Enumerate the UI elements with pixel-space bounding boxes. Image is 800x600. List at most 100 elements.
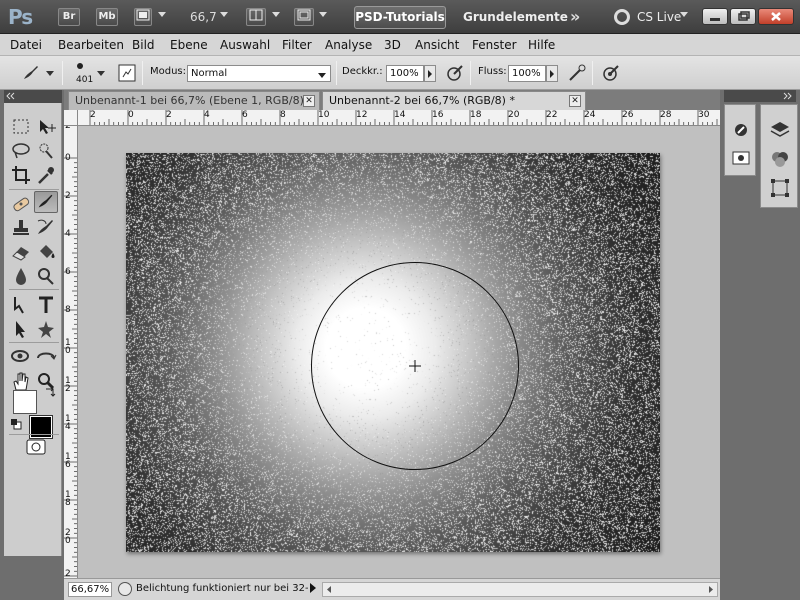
panel-dock-header[interactable] xyxy=(724,90,796,102)
airbrush-icon[interactable] xyxy=(566,62,588,84)
paths-icon[interactable] xyxy=(769,177,791,199)
menu-ebene[interactable]: Ebene xyxy=(170,38,208,52)
menu-auswahl[interactable]: Auswahl xyxy=(220,38,270,52)
arrange-documents-button[interactable] xyxy=(246,8,266,26)
ruler-origin[interactable] xyxy=(64,110,78,126)
crop-icon[interactable] xyxy=(9,164,33,186)
move-icon[interactable] xyxy=(34,116,58,138)
tool-preset-dropdown-icon[interactable] xyxy=(46,71,54,76)
arrange-dropdown-icon[interactable] xyxy=(272,12,280,17)
scroll-left-icon[interactable] xyxy=(325,585,333,594)
opacity-label: Deckkr.: xyxy=(342,66,383,77)
tab-unbenannt-2[interactable]: Unbenannt-2 bei 66,7% (RGB/8) * ✕ xyxy=(322,91,586,110)
eraser-icon[interactable] xyxy=(9,241,33,263)
clone-source-icon[interactable] xyxy=(730,147,752,169)
brush-tip-icon[interactable] xyxy=(72,58,88,74)
tab-unbenannt-1[interactable]: Unbenannt-1 bei 66,7% (Ebene 1, RGB/8) *… xyxy=(68,91,320,110)
brush-presets-icon[interactable] xyxy=(730,119,752,141)
menu-filter[interactable]: Filter xyxy=(282,38,312,52)
menu-datei[interactable]: Datei xyxy=(10,38,42,52)
healing-brush-icon[interactable] xyxy=(9,193,33,215)
dodge-icon[interactable] xyxy=(34,265,58,287)
paint-bucket-icon[interactable] xyxy=(34,241,58,263)
brush-picker-dropdown-icon[interactable] xyxy=(97,71,105,76)
opacity-input[interactable]: 100% xyxy=(386,65,424,82)
hand-icon[interactable] xyxy=(9,370,33,392)
quick-select-icon[interactable] xyxy=(34,140,58,162)
menu-analyse[interactable]: Analyse xyxy=(325,38,372,52)
restore-button[interactable] xyxy=(730,8,756,25)
cs-live-icon[interactable] xyxy=(614,9,630,25)
path-select-icon[interactable] xyxy=(9,318,33,340)
swap-colors-icon[interactable] xyxy=(44,386,56,398)
menu-3d[interactable]: 3D xyxy=(384,38,401,52)
options-bar: 401 Modus: Normal Deckkr.: 100% Fluss: 1… xyxy=(0,56,800,90)
menu-ansicht[interactable]: Ansicht xyxy=(415,38,459,52)
document-canvas[interactable] xyxy=(126,153,660,552)
screen-mode-button[interactable] xyxy=(294,8,314,26)
quick-mask-icon[interactable] xyxy=(24,436,48,458)
tablet-opacity-pressure-icon[interactable] xyxy=(444,62,466,84)
bridge-button[interactable]: Br xyxy=(58,8,80,26)
menu-fenster[interactable]: Fenster xyxy=(472,38,517,52)
expand-panels-icon[interactable] xyxy=(724,90,796,102)
close-tab-icon[interactable]: ✕ xyxy=(303,95,315,107)
vertical-ruler[interactable]: 2 0 2 4 6 8 1 0 1 2 1 4 1 6 1 8 2 0 2 xyxy=(64,126,78,578)
minibridge-button[interactable]: Mb xyxy=(96,8,118,26)
default-colors-icon[interactable] xyxy=(10,418,22,430)
layers-icon[interactable] xyxy=(769,119,791,141)
scroll-right-icon[interactable] xyxy=(707,585,715,594)
menu-bearbeiten[interactable]: Bearbeiten xyxy=(58,38,124,52)
channels-icon[interactable] xyxy=(769,148,791,170)
flow-input[interactable]: 100% xyxy=(508,65,546,82)
screen-mode-dropdown-icon[interactable] xyxy=(319,12,327,17)
blur-icon[interactable] xyxy=(9,265,33,287)
menu-bild[interactable]: Bild xyxy=(132,38,155,52)
menu-hilfe[interactable]: Hilfe xyxy=(528,38,555,52)
brush-panel-toggle-icon[interactable] xyxy=(116,62,138,84)
more-workspaces-icon[interactable]: » xyxy=(570,7,580,26)
zoom-dropdown-icon[interactable] xyxy=(220,12,228,17)
application-bar: Ps Br Mb 66,7 PSD-Tutorials Grundelement… xyxy=(0,0,800,34)
horizontal-ruler[interactable]: 2 0 2 4 6 8 10 12 14 16 18 20 22 24 26 2… xyxy=(78,110,720,126)
vertical-scroll-area[interactable] xyxy=(706,126,720,578)
3d-rotate-icon[interactable] xyxy=(9,346,33,368)
type-icon[interactable] xyxy=(34,294,58,316)
cs-live-dropdown-icon[interactable] xyxy=(680,12,688,17)
mode-dropdown-icon[interactable] xyxy=(318,73,326,78)
tools-panel-header[interactable] xyxy=(4,90,62,103)
brush-size-value[interactable]: 401 xyxy=(76,75,93,85)
history-brush-icon[interactable] xyxy=(34,217,58,239)
zoom-field[interactable]: 66,67% xyxy=(68,582,112,597)
tablet-size-pressure-icon[interactable] xyxy=(600,62,622,84)
close-tab-icon[interactable]: ✕ xyxy=(569,95,581,107)
ruler-h-label: 8 xyxy=(280,110,286,120)
minimize-button[interactable] xyxy=(702,8,728,25)
horizontal-scrollbar[interactable] xyxy=(322,582,718,597)
workspace-psd-tutorials[interactable]: PSD-Tutorials xyxy=(354,6,446,29)
brush-icon[interactable] xyxy=(34,191,58,213)
clone-stamp-icon[interactable] xyxy=(9,217,33,239)
zoom-level[interactable]: 66,7 xyxy=(190,10,217,24)
view-extras-button[interactable] xyxy=(134,8,152,26)
marquee-icon[interactable] xyxy=(9,116,33,138)
view-extras-dropdown-icon[interactable] xyxy=(158,12,166,17)
opacity-slider-arrow-icon[interactable] xyxy=(424,65,436,82)
eyedropper-icon[interactable] xyxy=(34,164,58,186)
cs-live-button[interactable]: CS Live xyxy=(637,10,681,24)
pen-icon[interactable] xyxy=(9,294,33,316)
3d-orbit-icon[interactable] xyxy=(34,346,58,368)
lasso-icon[interactable] xyxy=(9,140,33,162)
shape-icon[interactable] xyxy=(34,318,58,340)
status-menu-arrow-icon[interactable] xyxy=(310,583,316,593)
status-info-icon[interactable] xyxy=(118,582,132,596)
collapse-panel-icon[interactable] xyxy=(4,90,18,102)
workspace-grundelemente[interactable]: Grundelemente xyxy=(463,10,568,24)
foreground-color-swatch[interactable] xyxy=(13,390,37,414)
tools-dock xyxy=(0,90,64,600)
brush-tool-preset-icon[interactable] xyxy=(20,62,42,84)
close-window-button[interactable] xyxy=(758,8,794,25)
mode-select[interactable]: Normal xyxy=(187,65,331,82)
ruler-h-label: 10 xyxy=(318,110,330,120)
flow-slider-arrow-icon[interactable] xyxy=(546,65,558,82)
